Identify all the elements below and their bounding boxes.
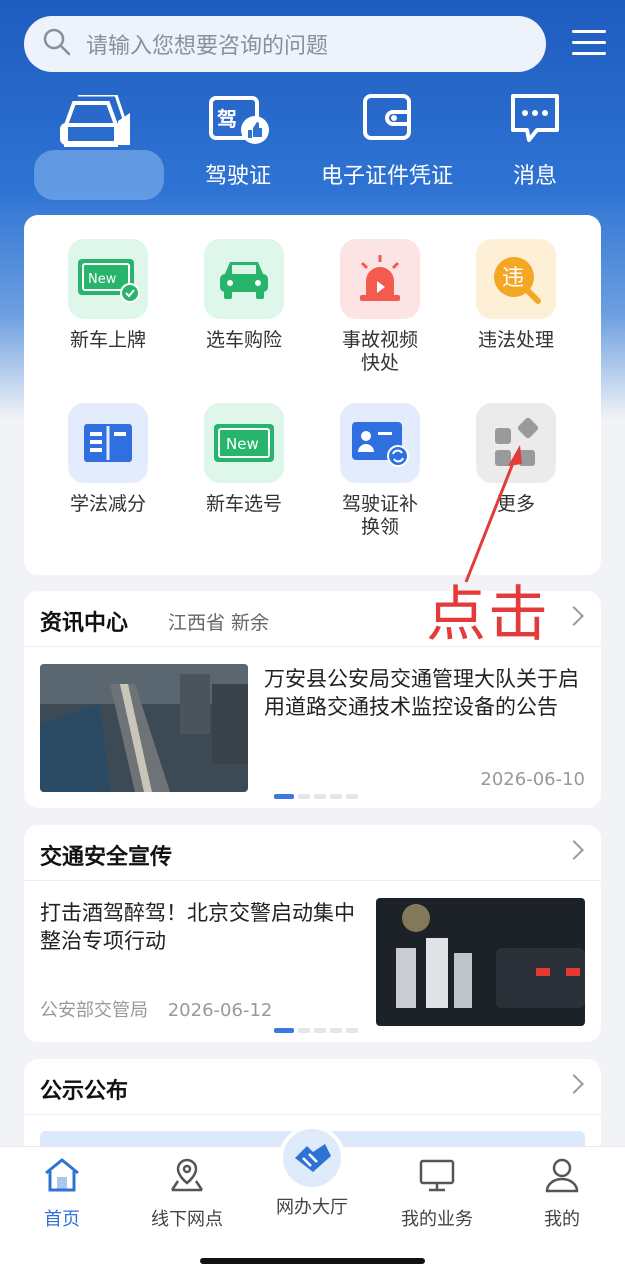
news-date: 2026-06-10 xyxy=(480,769,585,790)
user-icon xyxy=(543,1158,581,1197)
news-pagination xyxy=(274,794,358,799)
tab-mine[interactable]: 我的 xyxy=(507,1157,617,1231)
tab-online-hall-label: 网办大厅 xyxy=(276,1197,348,1218)
monitor-icon xyxy=(418,1159,456,1197)
safety-meta: 公安部交管局 2026-06-12 xyxy=(40,996,272,1022)
tab-my-business[interactable]: 我的业务 xyxy=(382,1157,492,1231)
chevron-right-icon[interactable] xyxy=(564,840,584,860)
safety-pagination xyxy=(274,1028,358,1033)
tab-offline[interactable]: 线下网点 xyxy=(132,1157,242,1231)
map-pin-icon xyxy=(168,1158,206,1197)
handshake-icon xyxy=(279,1125,345,1191)
safety-headline[interactable]: 打击酒驾醉驾！北京交警启动集中整治专项行动 xyxy=(40,899,370,955)
safety-source: 公安部交管局 xyxy=(40,1000,148,1021)
safety-card: 交通安全宣传 打击酒驾醉驾！北京交警启动集中整治专项行动 公安部交管局 2026… xyxy=(24,825,601,1042)
chevron-right-icon[interactable] xyxy=(564,1074,584,1094)
annotation-label: 点击 xyxy=(426,580,550,650)
safety-title: 交通安全宣传 xyxy=(40,845,173,870)
notice-title: 公示公布 xyxy=(40,1079,129,1104)
safety-thumbnail[interactable] xyxy=(376,898,585,1026)
tab-home-label: 首页 xyxy=(44,1209,80,1230)
tab-my-business-label: 我的业务 xyxy=(401,1209,473,1230)
tab-offline-label: 线下网点 xyxy=(151,1209,223,1230)
tab-online-hall[interactable]: 网办大厅 xyxy=(257,1125,367,1219)
tab-mine-label: 我的 xyxy=(544,1209,580,1230)
home-icon xyxy=(43,1158,81,1197)
notice-header[interactable]: 公示公布 xyxy=(24,1059,601,1115)
safety-header[interactable]: 交通安全宣传 xyxy=(24,825,601,881)
tab-home[interactable]: 首页 xyxy=(7,1157,117,1231)
home-indicator xyxy=(200,1258,425,1264)
safety-date: 2026-06-12 xyxy=(167,1000,273,1021)
